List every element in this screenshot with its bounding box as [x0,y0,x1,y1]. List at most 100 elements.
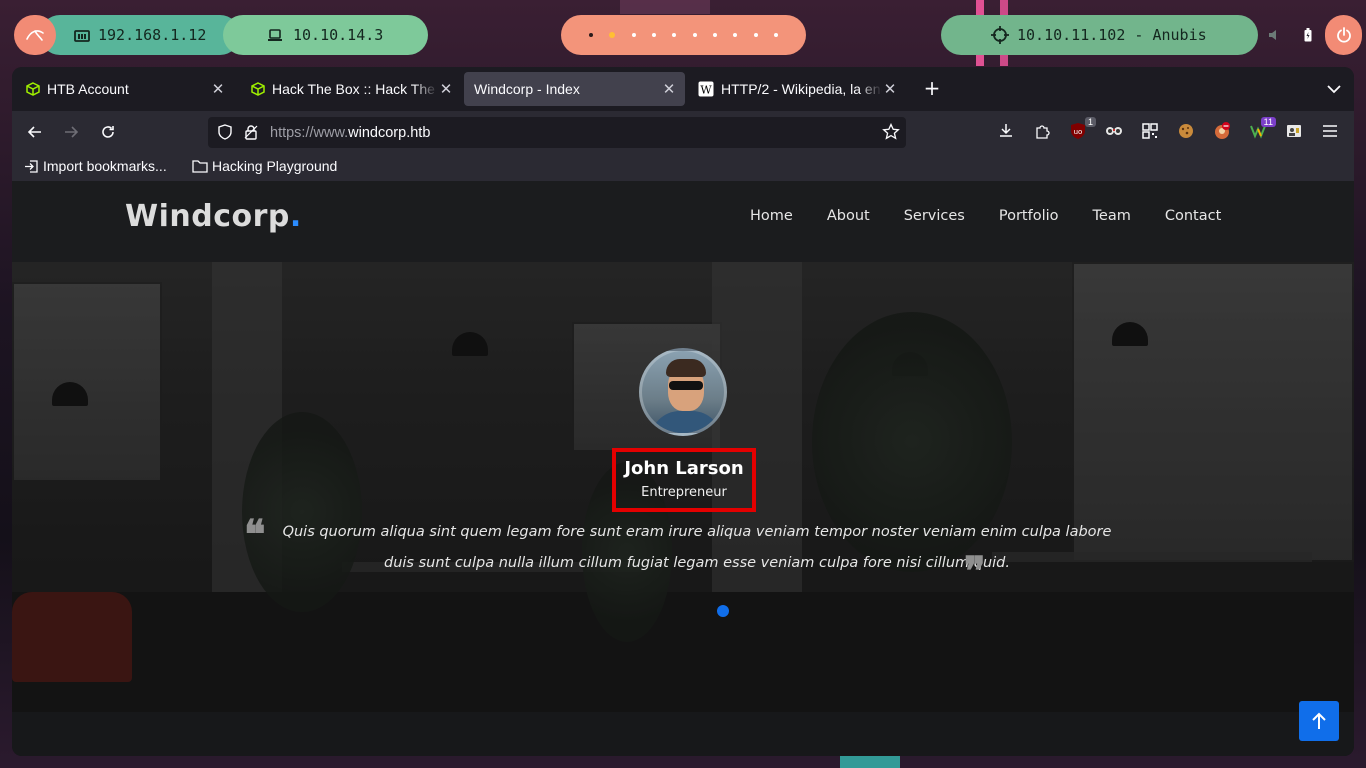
close-icon[interactable]: ✕ [661,80,677,98]
highlight-box: John Larson Entrepreneur [612,448,756,512]
import-icon [25,159,38,173]
forward-button[interactable] [59,120,83,144]
downloads-icon[interactable] [996,121,1016,141]
workspace-dot[interactable] [733,33,738,37]
bookmark-label: Import bookmarks... [43,158,167,174]
bookmark-import[interactable]: Import bookmarks... [24,158,167,174]
reload-icon [102,126,114,138]
nav-link-about[interactable]: About [827,208,870,224]
new-tab-button[interactable]: + [920,77,944,101]
tab-http2-wikipedia[interactable]: W HTTP/2 - Wikipedia, la enciclopedia li… [688,72,906,106]
tab-list-button[interactable] [1322,77,1346,101]
qr-code-icon[interactable] [1140,121,1160,141]
svg-text:uo: uo [1074,128,1083,136]
arrow-up-icon [1312,712,1326,729]
bookmark-folder-hacking-playground[interactable]: Hacking Playground [192,158,337,174]
wappalyzer-icon[interactable]: 11 [1248,117,1276,141]
reload-button[interactable] [96,120,120,144]
workspace-dot[interactable] [631,33,636,37]
kali-menu-button[interactable] [14,15,56,55]
quote-close-icon: ❞ [964,548,986,595]
tab-title: HTTP/2 - Wikipedia, la enciclopedia libr… [721,81,882,97]
kali-dragon-icon [26,30,44,41]
tab-title: Windcorp - Index [474,81,580,97]
target-widget[interactable]: 10.10.11.102 - Anubis [941,15,1258,55]
testimonial-name: John Larson [624,458,744,479]
cookie-editor-icon[interactable] [1176,121,1196,141]
power-icon [1336,27,1351,43]
tab-title: Hack The Box :: Hack The Box [272,81,438,97]
tab-windcorp-index[interactable]: Windcorp - Index ✕ [464,72,685,106]
lock-icon[interactable] [243,124,259,140]
bookmark-label: Hacking Playground [212,158,338,174]
folder-icon [192,160,208,173]
volume-icon[interactable] [1262,15,1288,55]
htb-cube-icon [26,82,40,96]
arrow-left-icon [27,126,41,138]
url-text: https://www.windcorp.htb [270,124,431,141]
vpn-ip-widget[interactable]: 10.10.14.3 [223,15,428,55]
nav-link-contact[interactable]: Contact [1165,208,1221,224]
local-ip-widget[interactable]: 192.168.1.12 [40,15,240,55]
chevron-down-icon [1327,85,1341,94]
workspace-dot[interactable] [589,33,594,37]
wikipedia-icon: W [698,81,714,97]
hacktools-icon[interactable] [1212,121,1232,141]
local-ip-text: 192.168.1.12 [98,26,207,44]
foxyproxy-icon[interactable] [1104,121,1124,141]
nav-link-home[interactable]: Home [750,208,793,224]
tab-hack-the-box[interactable]: Hack The Box :: Hack The Box ✕ [241,72,462,106]
laptop-icon [268,28,282,41]
bookmarks-toolbar: Import bookmarks... Hacking Playground [12,153,1354,181]
workspace-dot[interactable] [672,33,677,37]
htb-cube-icon [251,82,265,96]
nav-link-team[interactable]: Team [1093,208,1131,224]
vpn-ip-text: 10.10.14.3 [293,26,384,44]
address-bar[interactable]: https://www.windcorp.htb [208,117,906,148]
system-topbar: 192.168.1.12 10.10.14.3 10.10.11.102 - A… [0,0,1366,68]
extensions-puzzle-icon[interactable] [1032,121,1052,141]
workspace-dot[interactable] [773,33,778,37]
wappalyzer-badge: 11 [1260,117,1276,127]
power-button[interactable] [1325,15,1362,55]
wallpaper-neon-strip [840,756,900,768]
close-icon[interactable]: ✕ [210,80,226,98]
workspace-dot[interactable] [652,33,657,37]
ublock-origin-icon[interactable]: uo 1 [1068,117,1096,141]
page-lower-section [12,712,1354,756]
carousel-dot-active[interactable] [717,605,729,617]
testimonial-section: John Larson Entrepreneur ❝ Quis quorum a… [12,262,1354,712]
site-logo[interactable]: Windcorp. [125,199,302,234]
quote-open-icon: ❝ [244,511,266,558]
user-agent-switcher-icon[interactable] [1284,121,1304,141]
workspace-dot[interactable] [692,33,697,37]
navigation-toolbar: https://www.windcorp.htb uo 1 11 [12,111,1354,153]
web-page: Windcorp. Home About Services Portfolio … [12,181,1354,756]
hamburger-menu-icon[interactable] [1320,121,1340,141]
svg-text:W: W [700,84,712,97]
workspace-dot[interactable] [753,33,758,37]
crosshair-icon [991,26,1009,44]
close-icon[interactable]: ✕ [438,80,454,98]
nav-link-portfolio[interactable]: Portfolio [999,208,1059,224]
close-icon[interactable]: ✕ [882,80,898,98]
browser-window: HTB Account ✕ Hack The Box :: Hack The B… [12,67,1354,756]
testimonial-quote: Quis quorum aliqua sint quem legam fore … [282,524,1112,571]
battery-icon[interactable] [1296,15,1320,55]
ublock-badge: 1 [1084,117,1096,127]
target-text: 10.10.11.102 - Anubis [1017,26,1207,44]
back-button[interactable] [23,120,47,144]
workspace-switcher[interactable] [561,15,806,55]
nav-link-services[interactable]: Services [904,208,965,224]
tab-htb-account[interactable]: HTB Account ✕ [16,72,234,106]
workspace-dot-active[interactable] [609,32,616,38]
bookmark-star-icon[interactable] [882,123,900,141]
shield-icon[interactable] [217,124,233,140]
tab-title: HTB Account [47,81,129,97]
workspace-dot[interactable] [712,33,717,37]
site-nav: Home About Services Portfolio Team Conta… [750,208,1255,224]
tab-strip: HTB Account ✕ Hack The Box :: Hack The B… [12,67,1354,111]
site-header: Windcorp. Home About Services Portfolio … [12,181,1354,262]
back-to-top-button[interactable] [1299,701,1339,741]
testimonial-avatar [639,348,727,436]
